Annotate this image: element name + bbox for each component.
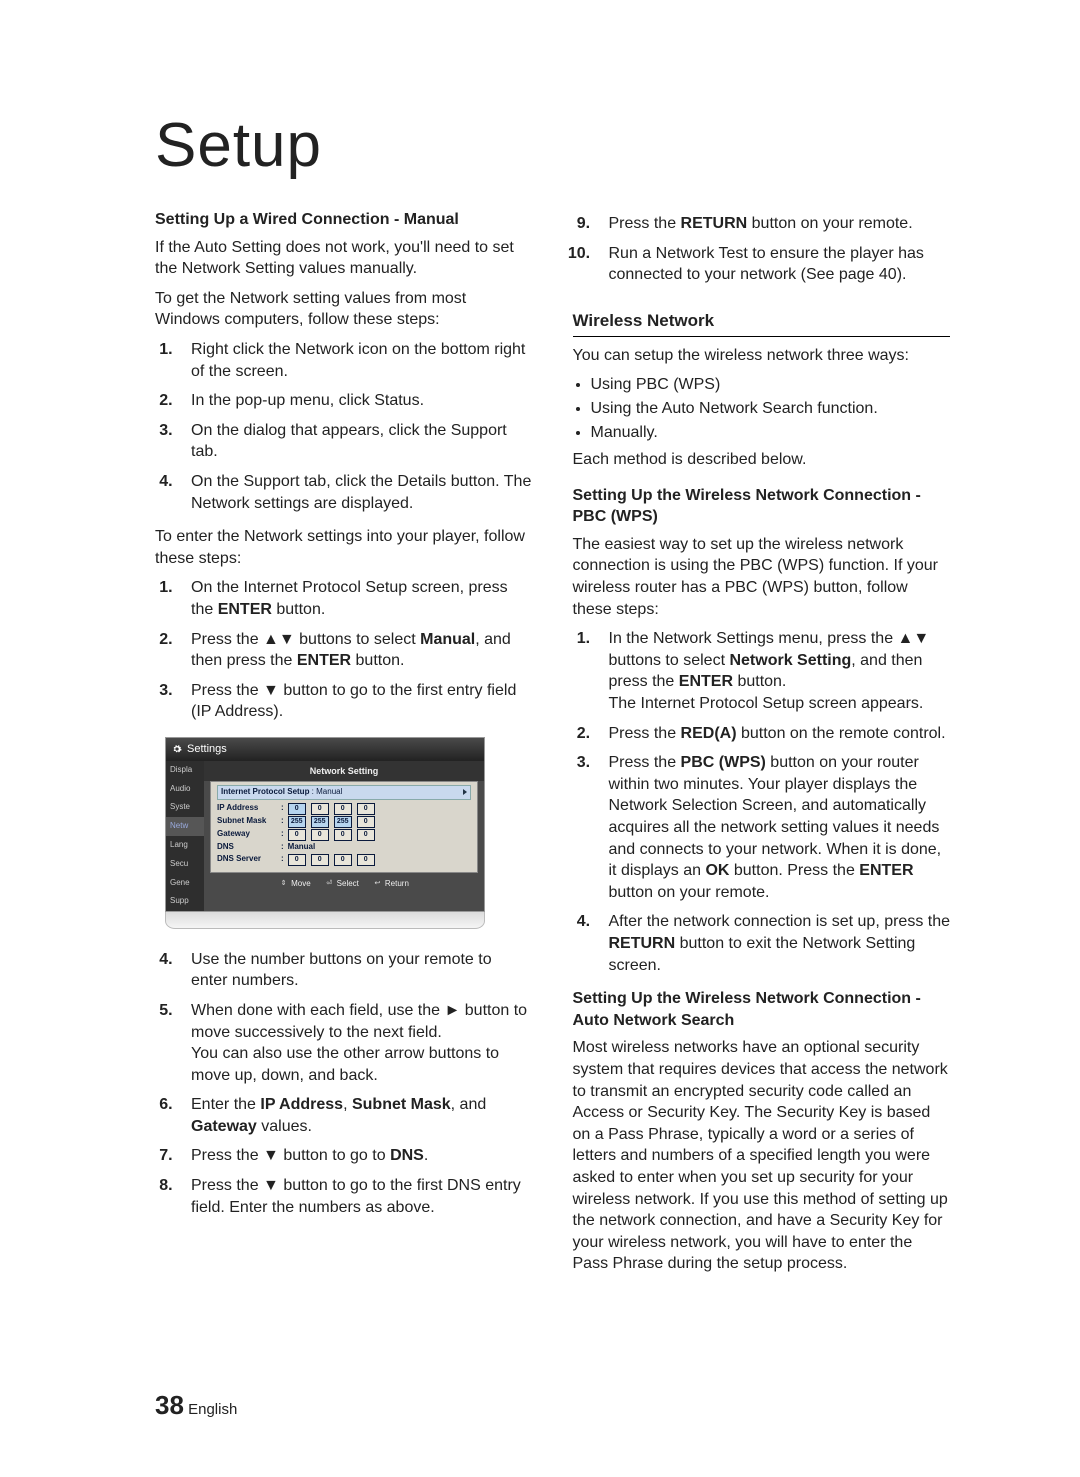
sidebar-item-system[interactable]: Syste [166, 798, 204, 817]
right-column: Press the RETURN button on your remote. … [573, 209, 951, 1283]
page-title: Setup [155, 110, 950, 181]
bullet-item: Manually. [591, 422, 951, 444]
footer-lang: English [188, 1401, 237, 1418]
ip-setup-panel: Internet Protocol Setup : Manual IP Addr… [210, 781, 478, 873]
updown-icon: ⇕ [279, 880, 288, 889]
steps-get-values: Right click the Network icon on the bott… [155, 339, 533, 514]
steps-continued: Press the RETURN button on your remote. … [573, 213, 951, 286]
step-item: Use the number buttons on your remote to… [177, 949, 533, 992]
step-item: Press the PBC (WPS) button on your route… [595, 752, 951, 903]
step-item: On the Internet Protocol Setup screen, p… [177, 577, 533, 620]
sidebar-item-display[interactable]: Displa [166, 761, 204, 780]
page-footer: 38 English [155, 1390, 237, 1421]
enter-icon: ⏎ [325, 880, 334, 889]
sidebar-item-general[interactable]: Gene [166, 874, 204, 893]
enter-intro: To enter the Network settings into your … [155, 526, 533, 569]
heading-auto-search: Setting Up the Wireless Network Connecti… [573, 988, 951, 1031]
panel-footer-hints: ⇕Move ⏎Select ↩Return [204, 879, 484, 894]
settings-titlebar-label: Settings [187, 742, 227, 757]
return-icon: ↩ [373, 880, 382, 889]
row-ip: IP Address: 0 0 0 0 [217, 803, 471, 815]
sidebar-item-audio[interactable]: Audio [166, 780, 204, 799]
two-columns: Setting Up a Wired Connection - Manual I… [155, 209, 950, 1283]
pbc-intro: The easiest way to set up the wireless n… [573, 534, 951, 620]
manual-page: Setup Setting Up a Wired Connection - Ma… [0, 0, 1080, 1477]
step-item: Right click the Network icon on the bott… [177, 339, 533, 382]
auto-body: Most wireless networks have an optional … [573, 1037, 951, 1275]
chevron-right-icon [463, 789, 467, 795]
step-item: Enter the IP Address, Subnet Mask, and G… [177, 1094, 533, 1137]
sidebar-item-support[interactable]: Supp [166, 892, 204, 910]
step-item: After the network connection is set up, … [595, 911, 951, 976]
step-item: When done with each field, use the ► but… [177, 1000, 533, 1086]
step-item: Press the RED(A) button on the remote co… [595, 723, 951, 745]
row-dns-server: DNS Server: 0 0 0 0 [217, 854, 471, 866]
heading-wireless: Wireless Network [573, 310, 951, 337]
step-item: In the pop-up menu, click Status. [177, 390, 533, 412]
step-item: Run a Network Test to ensure the player … [595, 243, 951, 286]
row-subnet: Subnet Mask: 255 255 255 0 [217, 816, 471, 828]
wireless-intro: You can setup the wireless network three… [573, 345, 951, 367]
wireless-bullets: Using PBC (WPS) Using the Auto Network S… [573, 374, 951, 443]
settings-sidebar: Displa Audio Syste Netw Lang Secu Gene S… [166, 761, 204, 911]
page-number: 38 [155, 1390, 184, 1420]
settings-screenshot: Settings Displa Audio Syste Netw Lang Se… [165, 737, 485, 929]
ip-setup-select[interactable]: Internet Protocol Setup : Manual [217, 785, 471, 800]
step-item: Press the ▼ button to go to DNS. [177, 1145, 533, 1167]
step-item: Press the ▼ button to go to the first DN… [177, 1175, 533, 1218]
step-item: In the Network Settings menu, press the … [595, 628, 951, 714]
heading-pbc: Setting Up the Wireless Network Connecti… [573, 485, 951, 528]
settings-titlebar: Settings [166, 738, 484, 761]
intro-para-2: To get the Network setting values from m… [155, 288, 533, 331]
bullet-item: Using the Auto Network Search function. [591, 398, 951, 420]
gear-icon [172, 744, 182, 754]
step-item: On the Support tab, click the Details bu… [177, 471, 533, 514]
row-dns: DNS: Manual [217, 842, 471, 853]
step-item: Press the ▲▼ buttons to select Manual, a… [177, 629, 533, 672]
shelf-decor [165, 912, 485, 929]
steps-enter-rest: Use the number buttons on your remote to… [155, 949, 533, 1219]
row-gateway: Gateway: 0 0 0 0 [217, 829, 471, 841]
pbc-steps: In the Network Settings menu, press the … [573, 628, 951, 976]
bullet-item: Using PBC (WPS) [591, 374, 951, 396]
intro-para-1: If the Auto Setting does not work, you'l… [155, 237, 533, 280]
step-item: Press the ▼ button to go to the first en… [177, 680, 533, 723]
steps-enter-first3: On the Internet Protocol Setup screen, p… [155, 577, 533, 723]
sidebar-item-language[interactable]: Lang [166, 836, 204, 855]
sidebar-item-security[interactable]: Secu [166, 855, 204, 874]
step-item: Press the RETURN button on your remote. [595, 213, 951, 235]
sidebar-item-network[interactable]: Netw [166, 817, 204, 836]
heading-wired-manual: Setting Up a Wired Connection - Manual [155, 209, 533, 231]
left-column: Setting Up a Wired Connection - Manual I… [155, 209, 533, 1283]
wireless-outro: Each method is described below. [573, 449, 951, 471]
panel-title: Network Setting [204, 761, 484, 781]
step-item: On the dialog that appears, click the Su… [177, 420, 533, 463]
